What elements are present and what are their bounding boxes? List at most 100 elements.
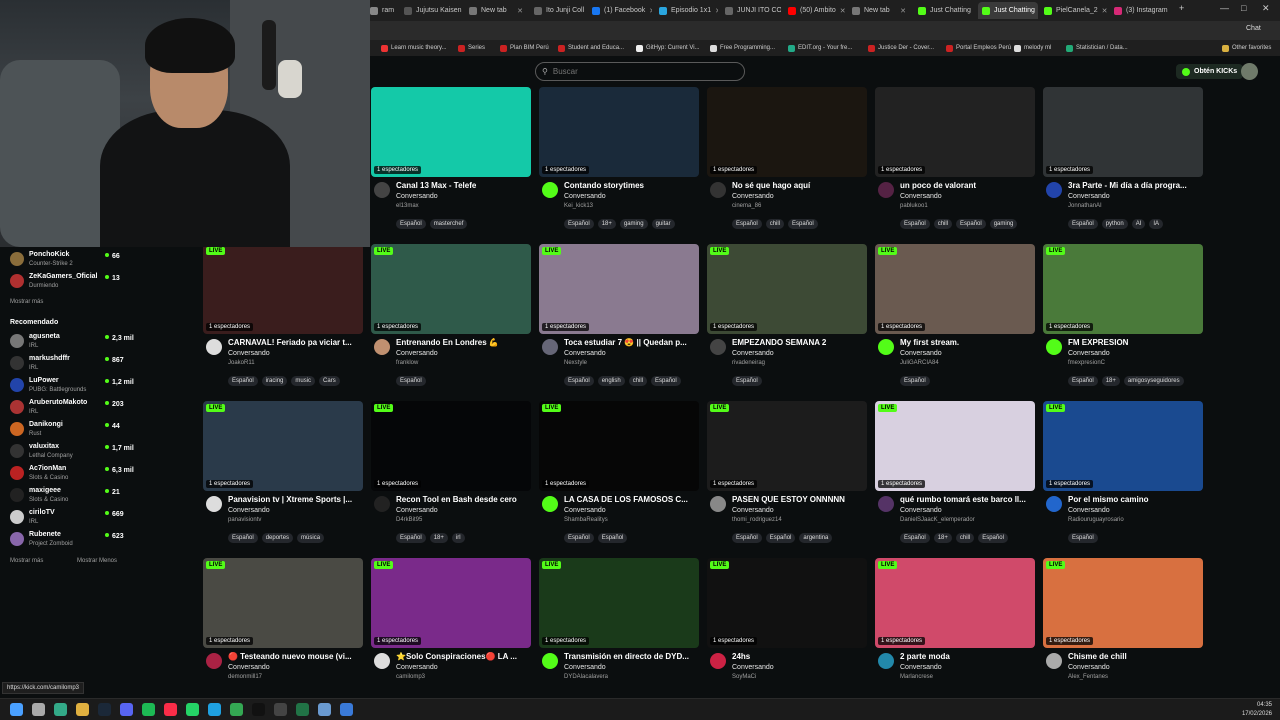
windows-start-icon[interactable] — [10, 703, 23, 716]
channel-avatar[interactable] — [374, 339, 390, 355]
browser-tab[interactable]: Jujutsu Kaisen✕ — [400, 2, 462, 19]
stream-category[interactable]: Conversando — [228, 664, 270, 671]
stream-card[interactable]: LIVE 1 espectadores Transmisión en directo… — [539, 558, 699, 687]
channel-avatar[interactable] — [542, 496, 558, 512]
stream-card[interactable]: LIVE 1 espectadores 2 parte moda Conversand… — [875, 558, 1035, 687]
stream-title[interactable]: 🔴 Testeando nuevo mouse (vi... — [228, 652, 363, 661]
channel-username[interactable]: panavisiontv — [228, 517, 261, 523]
stream-title[interactable]: Contando storytimes — [564, 181, 699, 190]
file-explorer-icon[interactable] — [76, 703, 89, 716]
new-tab-button[interactable]: + — [1179, 3, 1184, 13]
stream-title[interactable]: 24hs — [732, 652, 867, 661]
stream-card[interactable]: LIVE 1 espectadores Recon Tool en Bash des… — [371, 401, 531, 551]
stream-card[interactable]: LIVE 1 espectadores CARNAVAL! Feriado pa v… — [203, 244, 363, 394]
stream-category[interactable]: Conversando — [1068, 507, 1110, 514]
channel-avatar[interactable] — [878, 653, 894, 669]
tag[interactable]: Español — [900, 219, 930, 229]
tag[interactable]: Español — [732, 376, 762, 386]
stream-thumbnail[interactable]: 1 espectadores — [539, 87, 699, 177]
tiktok-icon[interactable] — [252, 703, 265, 716]
browser-tab[interactable]: Ito Junji Coll✕ — [530, 2, 585, 19]
channel-username[interactable]: fmexpresionC — [1068, 360, 1105, 366]
stream-title[interactable]: ⭐Solo Conspiraciones🔴 LA ... — [396, 652, 531, 661]
tag[interactable]: música — [297, 533, 325, 543]
stream-card[interactable]: LIVE 1 espectadores FM EXPRESION Conversand… — [1043, 244, 1203, 394]
stream-card[interactable]: LIVE 1 espectadores Chisme de chill Convers… — [1043, 558, 1203, 687]
stream-card[interactable]: LIVE 1 espectadores PASEN QUE ESTOY ONNNNN… — [707, 401, 867, 551]
stream-title[interactable]: Chisme de chill — [1068, 652, 1203, 661]
tag[interactable]: Cars — [319, 376, 340, 386]
stream-card[interactable]: 1 espectadores No sé que hago aquí Convers… — [707, 87, 867, 237]
stream-thumbnail[interactable]: LIVE 1 espectadores — [203, 401, 363, 491]
stream-card[interactable]: 1 espectadores Contando storytimes Convers… — [539, 87, 699, 237]
stream-card[interactable]: 1 espectadores 3ra Parte - Mi día a día p… — [1043, 87, 1203, 237]
search-icon[interactable] — [32, 703, 45, 716]
stream-category[interactable]: Conversando — [228, 507, 270, 514]
minimize-icon[interactable]: — — [1220, 3, 1229, 13]
channel-avatar[interactable] — [542, 339, 558, 355]
tag[interactable]: guitar — [651, 219, 675, 229]
channel-username[interactable]: camilomp3 — [396, 674, 425, 680]
stream-category[interactable]: Conversando — [396, 193, 438, 200]
whatsapp-icon[interactable] — [186, 703, 199, 716]
channel-avatar[interactable] — [374, 653, 390, 669]
stream-thumbnail[interactable]: 1 espectadores — [875, 87, 1035, 177]
close-icon[interactable]: ✕ — [840, 7, 845, 15]
channel-avatar[interactable] — [542, 182, 558, 198]
channel-username[interactable]: pablukoo1 — [900, 203, 928, 209]
stream-title[interactable]: un poco de valorant — [900, 181, 1035, 190]
channel-avatar[interactable] — [206, 496, 222, 512]
notepad-icon[interactable] — [318, 703, 331, 716]
channel-avatar[interactable] — [878, 496, 894, 512]
tag[interactable]: chill — [765, 219, 785, 229]
channel-avatar[interactable] — [710, 653, 726, 669]
steam-icon[interactable] — [98, 703, 111, 716]
browser-tab[interactable]: ram✕ — [366, 2, 398, 19]
channel-username[interactable]: thomi_rodriguez14 — [732, 517, 782, 523]
channel-username[interactable]: JonnathanAI — [1068, 203, 1102, 209]
tag[interactable]: music — [291, 376, 316, 386]
terminal-icon[interactable] — [54, 703, 67, 716]
stream-thumbnail[interactable]: 1 espectadores — [707, 87, 867, 177]
tag[interactable]: Español — [732, 533, 762, 543]
stream-title[interactable]: Por el mismo camino — [1068, 495, 1203, 504]
stream-thumbnail[interactable]: 1 espectadores — [1043, 87, 1203, 177]
close-icon[interactable]: ✕ — [649, 7, 652, 15]
stream-title[interactable]: EMPEZANDO SEMANA 2 — [732, 338, 867, 347]
tag[interactable]: Español — [1068, 533, 1098, 543]
stream-title[interactable]: Recon Tool en Bash desde cero — [396, 495, 531, 504]
tag[interactable]: masterchef — [429, 219, 468, 229]
channel-avatar[interactable] — [710, 339, 726, 355]
tag[interactable]: argentina — [799, 533, 833, 543]
stream-thumbnail[interactable]: LIVE 1 espectadores — [707, 244, 867, 334]
stream-category[interactable]: Conversando — [1068, 193, 1110, 200]
stream-category[interactable]: Conversando — [732, 193, 774, 200]
channel-username[interactable]: DanielSJaacK_elemperador — [900, 517, 975, 523]
obs-icon[interactable] — [274, 703, 287, 716]
stream-title[interactable]: LA CASA DE LOS FAMOSOS C... — [564, 495, 699, 504]
stream-thumbnail[interactable]: LIVE 1 espectadores — [539, 401, 699, 491]
close-icon[interactable]: ✕ — [715, 7, 718, 15]
stream-category[interactable]: Conversando — [396, 350, 438, 357]
browser-tab[interactable]: (3) Instagram✕ — [1110, 2, 1168, 19]
channel-username[interactable]: el13max — [396, 203, 419, 209]
channel-username[interactable]: JoakoR11 — [228, 360, 255, 366]
channel-avatar[interactable] — [1046, 182, 1062, 198]
channel-avatar[interactable] — [542, 653, 558, 669]
stream-title[interactable]: 3ra Parte - Mi día a día progra... — [1068, 181, 1203, 190]
stream-category[interactable]: Conversando — [564, 193, 606, 200]
browser-tab[interactable]: New tab ✕ — [465, 2, 527, 19]
tag[interactable]: Español — [396, 376, 426, 386]
browser-tab[interactable]: (50) Ambito ✕ — [784, 2, 845, 19]
stream-thumbnail[interactable]: LIVE 1 espectadores — [875, 401, 1035, 491]
stream-category[interactable]: Conversando — [396, 664, 438, 671]
music-icon[interactable] — [164, 703, 177, 716]
stream-title[interactable]: CARNAVAL! Feriado pa viciar t... — [228, 338, 363, 347]
tag[interactable]: gaming — [619, 219, 648, 229]
tag[interactable]: Español — [564, 219, 594, 229]
channel-username[interactable]: SoyMaCi — [732, 674, 756, 680]
chat-button[interactable]: Chat — [1246, 25, 1261, 32]
stream-thumbnail[interactable]: LIVE 1 espectadores — [875, 244, 1035, 334]
taskbar-clock[interactable]: 04:35 17/02/2026 — [1242, 701, 1272, 719]
tag[interactable]: chill — [955, 533, 975, 543]
